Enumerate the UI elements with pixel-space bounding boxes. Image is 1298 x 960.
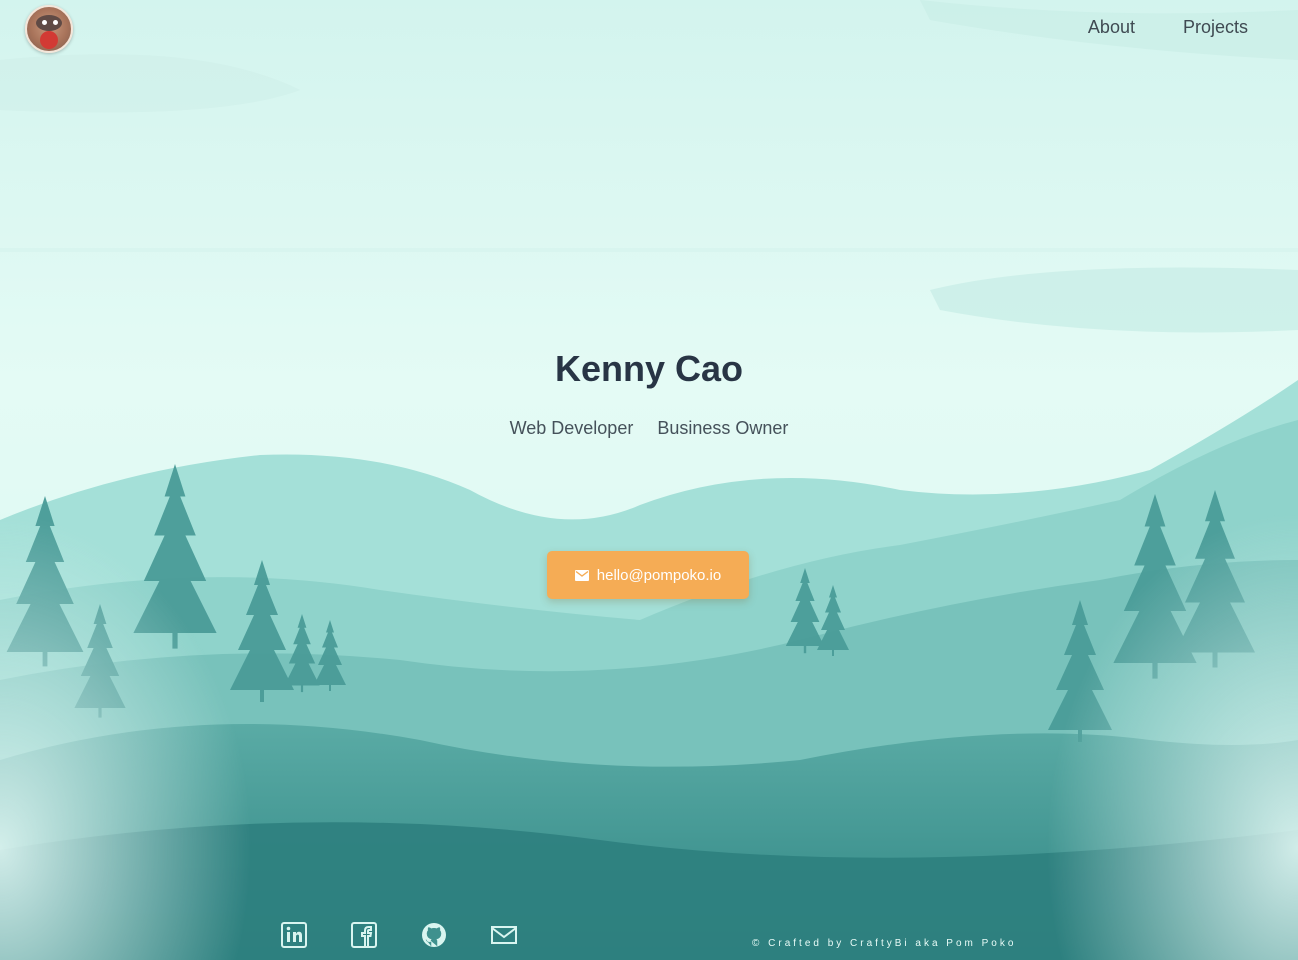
nav-projects-link[interactable]: Projects [1183, 17, 1248, 38]
role-business-owner: Business Owner [657, 418, 789, 438]
footer-credit: © Crafted by CraftyBi aka Pom Poko [752, 938, 1017, 949]
raccoon-eye-right [53, 20, 58, 25]
mail-icon [574, 569, 589, 581]
raccoon-avatar-logo[interactable] [25, 5, 73, 53]
nav-about-link[interactable]: About [1088, 17, 1135, 38]
berry-icon [40, 31, 58, 49]
github-icon[interactable] [421, 922, 447, 948]
facebook-icon[interactable] [351, 922, 377, 948]
email-icon[interactable] [491, 922, 517, 948]
raccoon-face [36, 15, 62, 31]
linkedin-icon[interactable] [281, 922, 307, 948]
roles-list: Web Developer Business Owner [0, 418, 1298, 439]
role-web-developer: Web Developer [509, 418, 634, 438]
social-links [281, 922, 517, 948]
page-title: Kenny Cao [554, 348, 744, 389]
raccoon-eye-left [42, 20, 47, 25]
main-nav: About Projects [1088, 17, 1248, 38]
landscape-background [0, 0, 1298, 960]
email-contact-label: hello@pompoko.io [596, 566, 722, 584]
email-contact-button[interactable]: hello@pompoko.io [547, 551, 749, 599]
